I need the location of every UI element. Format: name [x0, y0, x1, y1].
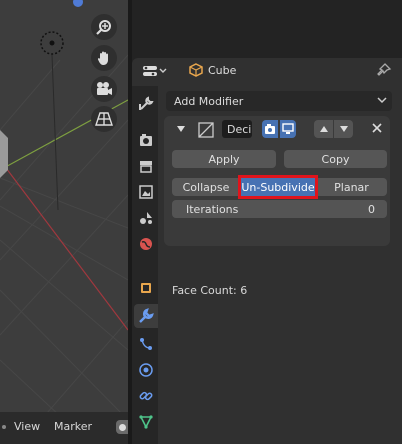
selection-highlight — [238, 175, 318, 199]
properties-tabs — [132, 86, 158, 444]
pin-icon[interactable] — [376, 62, 392, 78]
cube-object-icon — [189, 63, 203, 77]
outliner-area — [128, 0, 402, 56]
camera-icon — [265, 124, 275, 134]
mode-planar-label: Planar — [334, 180, 369, 194]
modifier-header: Deci — [164, 116, 390, 142]
physics-icon — [139, 363, 153, 377]
properties-editor-icon — [143, 66, 157, 76]
modifier-panel: Add Modifier Deci Apply Copy Collapse Un… — [162, 86, 402, 444]
apply-label: Apply — [208, 152, 240, 166]
face-count-text: Face Count: 6 — [172, 284, 248, 297]
editor-type-button[interactable] — [140, 62, 170, 80]
tab-object[interactable] — [134, 276, 158, 300]
tab-tool[interactable] — [134, 92, 158, 116]
decimate-modifier: Deci Apply Copy Collapse Un-Subdivide Pl… — [164, 116, 390, 246]
iterations-label: Iterations — [186, 202, 239, 216]
view-menu[interactable]: View — [14, 420, 40, 433]
chevron-down-icon — [377, 97, 387, 104]
tab-output[interactable] — [134, 154, 158, 178]
tab-scene[interactable] — [134, 206, 158, 230]
mode-collapse-label: Collapse — [182, 180, 230, 194]
wrench-icon — [139, 308, 154, 323]
camera-view-icon[interactable] — [91, 76, 117, 102]
mode-planar[interactable]: Planar — [316, 178, 387, 196]
monitor-icon — [282, 123, 294, 134]
properties-editor: Cube Add Modifier Deci Apply Copy Collap… — [132, 58, 402, 444]
tool-icon — [139, 96, 154, 110]
chevron-down-icon — [159, 68, 167, 73]
particles-icon — [140, 338, 152, 350]
triangle-down-icon — [339, 126, 348, 132]
properties-header: Cube — [132, 58, 402, 84]
zoom-icon[interactable] — [91, 14, 117, 40]
tab-particles[interactable] — [134, 332, 158, 356]
view-layer-icon — [139, 185, 153, 199]
tab-data[interactable] — [134, 410, 158, 434]
perspective-grid-icon[interactable] — [91, 106, 117, 132]
tab-world[interactable] — [134, 232, 158, 256]
close-icon[interactable] — [370, 121, 384, 135]
move-up-button[interactable] — [314, 120, 333, 138]
render-toggle[interactable] — [262, 120, 278, 138]
decimate-icon — [198, 122, 214, 138]
tab-render[interactable] — [134, 128, 158, 152]
add-modifier-dropdown[interactable]: Add Modifier — [166, 91, 392, 111]
collapse-triangle-icon[interactable] — [176, 124, 186, 134]
header-dot — [2, 425, 6, 429]
move-down-button[interactable] — [334, 120, 353, 138]
modifier-name-text: Deci — [227, 122, 252, 136]
iterations-value: 0 — [368, 202, 375, 216]
copy-label: Copy — [321, 152, 350, 166]
tab-modifiers[interactable] — [134, 304, 158, 328]
apply-button[interactable]: Apply — [172, 150, 276, 168]
triangle-up-icon — [319, 126, 328, 132]
modifier-name-field[interactable]: Deci — [222, 120, 252, 138]
mode-collapse[interactable]: Collapse — [172, 178, 240, 196]
copy-button[interactable]: Copy — [284, 150, 387, 168]
marker-menu[interactable]: Marker — [54, 420, 92, 433]
mesh-data-icon — [139, 415, 153, 429]
object-name: Cube — [208, 64, 237, 77]
object-icon — [141, 283, 151, 293]
tab-physics[interactable] — [134, 358, 158, 382]
tab-constraints[interactable] — [134, 384, 158, 408]
record-dot-icon — [119, 424, 126, 431]
output-icon — [140, 161, 152, 173]
iterations-field[interactable]: Iterations 0 — [172, 200, 387, 218]
scene-icon — [140, 212, 152, 224]
pan-hand-icon[interactable] — [91, 45, 117, 71]
viewport-toggle[interactable] — [280, 120, 296, 138]
add-modifier-label: Add Modifier — [174, 94, 244, 108]
world-icon — [140, 238, 152, 250]
timeline-header: View Marker — [0, 412, 128, 444]
blender-window: View Marker Cube Add Modifier Deci Apply… — [0, 0, 402, 444]
render-icon — [140, 134, 152, 146]
tab-view-layer[interactable] — [134, 180, 158, 204]
3d-viewport[interactable]: View Marker — [0, 0, 128, 444]
constraints-icon — [139, 391, 153, 401]
